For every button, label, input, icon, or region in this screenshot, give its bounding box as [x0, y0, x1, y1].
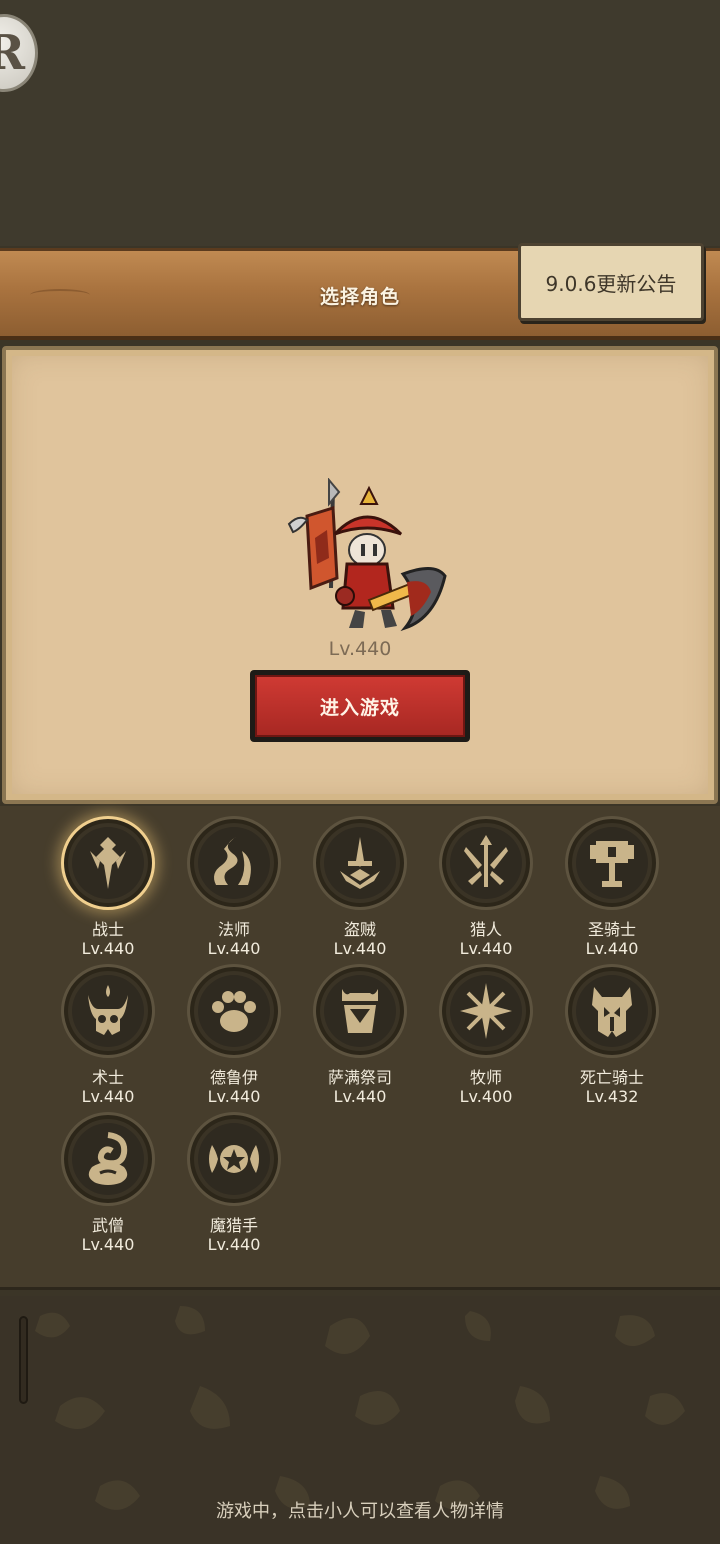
demon-hunter-emblem-icon	[209, 1145, 259, 1173]
class-level: Lv.440	[207, 1087, 261, 1106]
shaman-emblem-icon	[342, 989, 378, 1033]
class-item[interactable]: 萨满祭司 Lv.440	[297, 964, 423, 1106]
class-level: Lv.440	[585, 939, 639, 958]
class-level: Lv.440	[333, 939, 387, 958]
scrollbar[interactable]	[19, 1316, 28, 1404]
death-knight-emblem-icon	[592, 987, 632, 1037]
class-level: Lv.400	[459, 1087, 513, 1106]
monk-emblem-icon	[88, 1132, 128, 1185]
hunter-emblem-icon	[464, 835, 508, 887]
class-item[interactable]: 猎人 Lv.440	[423, 816, 549, 958]
class-name: 法师	[217, 920, 250, 939]
druid-emblem-icon	[212, 991, 256, 1032]
class-level: Lv.440	[207, 1235, 261, 1254]
class-item[interactable]: 战士 Lv.440	[45, 816, 171, 958]
hero-level: Lv.440	[328, 638, 392, 660]
warlock-emblem-icon	[88, 985, 128, 1035]
class-name: 圣骑士	[587, 920, 636, 939]
class-item[interactable]: 死亡骑士 Lv.432	[549, 964, 675, 1106]
class-level: Lv.440	[81, 1087, 135, 1106]
class-emblem[interactable]	[439, 964, 533, 1058]
class-name: 牧师	[469, 1068, 502, 1087]
priest-emblem-icon	[460, 983, 512, 1039]
class-emblem[interactable]	[61, 964, 155, 1058]
mage-emblem-icon	[214, 837, 251, 885]
class-emblem[interactable]	[61, 1112, 155, 1206]
class-item[interactable]: 武僧 Lv.440	[45, 1112, 171, 1254]
enter-game-label: 进入游戏	[255, 675, 465, 737]
class-name: 死亡骑士	[579, 1068, 644, 1087]
class-item[interactable]: 牧师 Lv.400	[423, 964, 549, 1106]
top-area	[0, 0, 720, 246]
class-emblem[interactable]	[187, 964, 281, 1058]
class-level: Lv.440	[459, 939, 513, 958]
update-notice-button[interactable]: 9.0.6更新公告	[518, 243, 704, 321]
class-level: Lv.432	[585, 1087, 639, 1106]
class-item[interactable]: 魔猎手 Lv.440	[171, 1112, 297, 1254]
class-name: 武僧	[91, 1216, 124, 1235]
paladin-emblem-icon	[590, 841, 634, 887]
class-emblem[interactable]	[313, 816, 407, 910]
enter-game-button[interactable]: 进入游戏	[250, 670, 470, 742]
class-emblem[interactable]	[565, 816, 659, 910]
class-item[interactable]: 德鲁伊 Lv.440	[171, 964, 297, 1106]
class-item[interactable]: 术士 Lv.440	[45, 964, 171, 1106]
class-level: Lv.440	[81, 1235, 135, 1254]
class-name: 德鲁伊	[209, 1068, 258, 1087]
class-item[interactable]: 盗贼 Lv.440	[297, 816, 423, 958]
class-name: 盗贼	[343, 920, 376, 939]
class-emblem[interactable]	[565, 964, 659, 1058]
class-name: 萨满祭司	[327, 1068, 392, 1087]
class-emblem[interactable]	[61, 816, 155, 910]
hint-text: 游戏中，点击小人可以查看人物详情	[216, 1501, 504, 1522]
class-emblem[interactable]	[439, 816, 533, 910]
class-emblem[interactable]	[313, 964, 407, 1058]
class-level: Lv.440	[81, 939, 135, 958]
class-level: Lv.440	[207, 939, 261, 958]
rogue-emblem-icon	[340, 837, 380, 889]
warrior-emblem-icon	[90, 837, 126, 889]
class-name: 猎人	[469, 920, 502, 939]
class-item[interactable]: 法师 Lv.440	[171, 816, 297, 958]
hero-character[interactable]	[285, 478, 455, 638]
class-emblem[interactable]	[187, 1112, 281, 1206]
class-level: Lv.440	[333, 1087, 387, 1106]
class-name: 魔猎手	[209, 1216, 258, 1235]
class-name: 战士	[91, 920, 124, 939]
class-name: 术士	[91, 1068, 124, 1087]
class-emblem[interactable]	[187, 816, 281, 910]
class-item[interactable]: 圣骑士 Lv.440	[549, 816, 675, 958]
